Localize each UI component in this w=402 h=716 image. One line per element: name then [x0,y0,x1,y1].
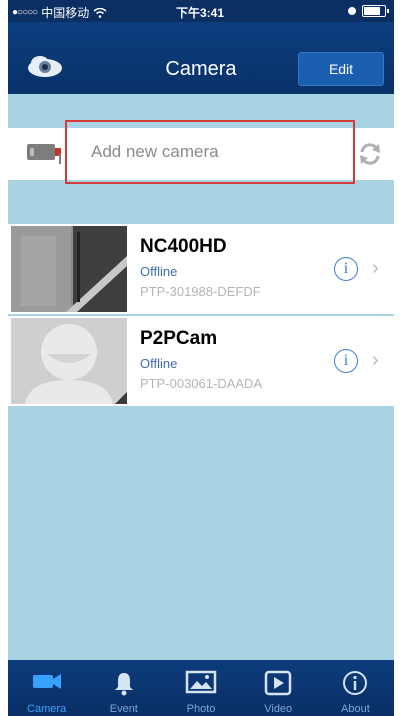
info-icon[interactable]: i [334,349,358,373]
edit-button[interactable]: Edit [298,52,384,86]
camera-list-item[interactable]: NC400HD Offline PTP-301988-DEFDF i › [8,224,394,316]
chevron-right-icon[interactable]: › [372,257,379,280]
video-camera-icon [32,674,61,689]
tab-label: Video [264,703,293,715]
camera-thumbnail [11,318,127,404]
camera-id: PTP-301988-DEFDF [140,284,261,299]
add-camera-input[interactable]: Add new camera [65,120,355,184]
camera-status: Offline [140,356,178,371]
tab-label: Photo [186,703,216,715]
tab-video[interactable]: Video [240,660,317,716]
orientation-lock-icon [348,7,356,15]
navigation-bar: Camera Edit [8,22,394,94]
tab-bar: Camera Event Photo Video About [8,660,394,716]
camera-status: Offline [140,264,178,279]
tab-event[interactable]: Event [85,660,162,716]
add-camera-row[interactable]: Add new camera [8,120,394,184]
tab-camera[interactable]: Camera [8,660,85,716]
info-icon [343,671,368,695]
play-icon [264,670,292,696]
tab-label: About [341,703,370,715]
carrier-label: 中国移动 [41,6,90,20]
tab-label: Camera [27,703,67,715]
status-bar: ●○○○○ 中国移动 下午3:41 [8,0,394,22]
info-icon[interactable]: i [334,257,358,281]
tab-label: Event [109,703,138,715]
refresh-icon[interactable] [356,140,384,168]
signal-strength-icon: ●○○○○ [12,7,38,18]
bell-icon [114,673,133,696]
camera-id: PTP-003061-DAADA [140,376,263,391]
photo-icon [185,670,217,694]
battery-icon [362,5,389,17]
tab-about[interactable]: About [317,660,394,716]
camera-name: P2PCam [140,328,218,349]
wifi-icon [93,7,107,18]
tab-photo[interactable]: Photo [162,660,239,716]
camera-thumbnail [11,226,127,312]
camera-name: NC400HD [140,236,227,257]
clock: 下午3:41 [176,6,225,20]
app-frame: ●○○○○ 中国移动 下午3:41 Camera Edit Add new ca… [8,0,394,716]
camera-icon [27,144,61,164]
chevron-right-icon[interactable]: › [372,349,379,372]
camera-list-item[interactable]: P2PCam Offline PTP-003061-DAADA i › [8,316,394,408]
camera-list: NC400HD Offline PTP-301988-DEFDF i › P2P… [8,224,394,408]
